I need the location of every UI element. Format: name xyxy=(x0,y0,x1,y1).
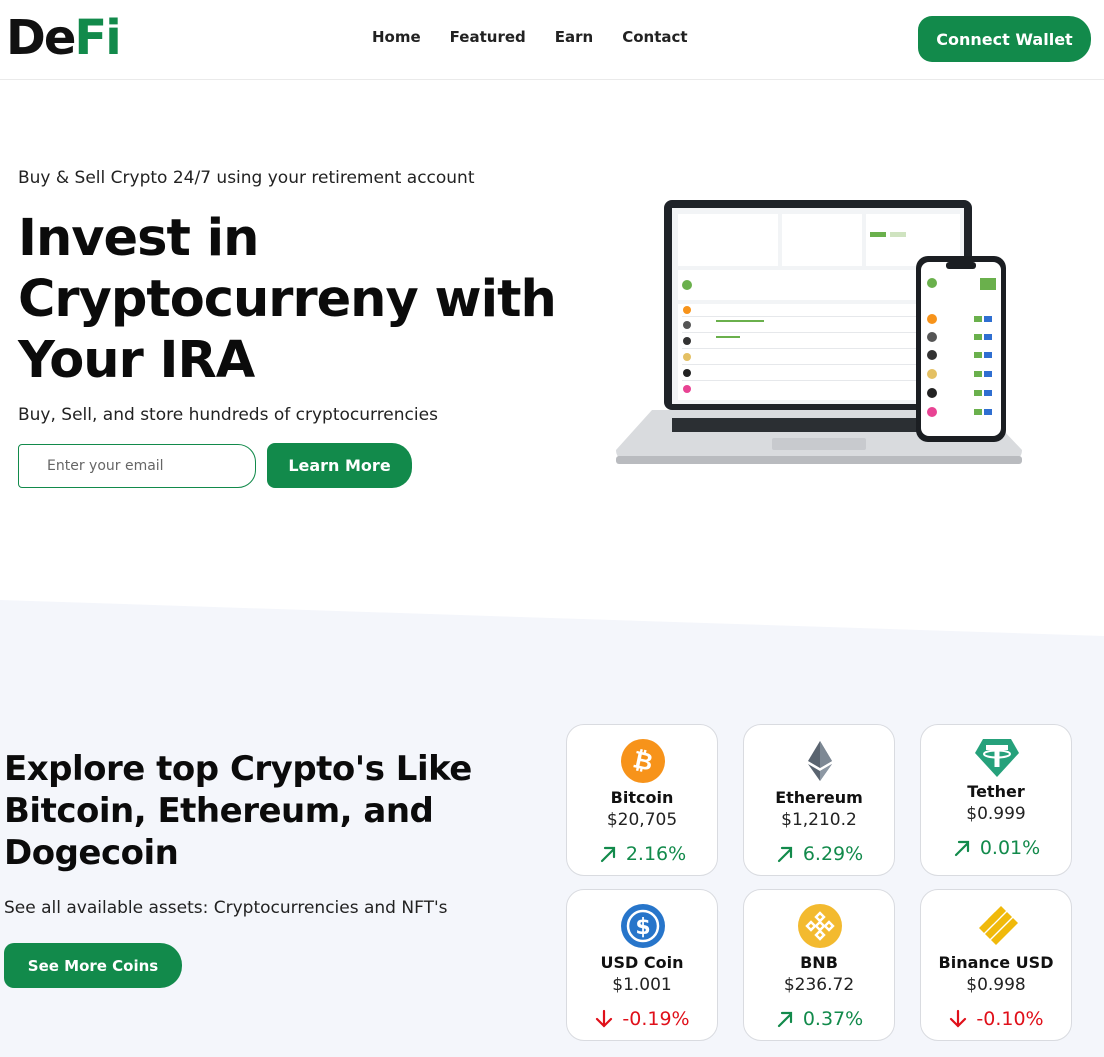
svg-text:$: $ xyxy=(635,915,650,940)
explore-title: Explore top Crypto's Like Bitcoin, Ether… xyxy=(4,749,472,873)
coin-change: 0.01% xyxy=(921,837,1071,859)
arrow-up-right-icon xyxy=(954,840,969,857)
coin-change-value: -0.19% xyxy=(622,1008,690,1030)
binance-usd-icon xyxy=(979,906,1018,945)
arrow-down-icon xyxy=(596,1009,613,1028)
nav-contact-link[interactable]: Contact xyxy=(622,28,687,46)
coin-name: Bitcoin xyxy=(610,788,674,807)
hero-description: Buy, Sell, and store hundreds of cryptoc… xyxy=(18,405,438,425)
email-input[interactable] xyxy=(18,444,256,488)
see-more-coins-button[interactable]: See More Coins xyxy=(4,943,182,988)
main-nav: Home Featured Earn Contact xyxy=(372,28,717,46)
defi-logo[interactable]: DeFi xyxy=(6,8,122,68)
logo-text-fi: Fi xyxy=(74,10,121,66)
nav-home-link[interactable]: Home xyxy=(372,28,421,46)
coin-change: 6.29% xyxy=(744,843,894,865)
coin-card-ethereum[interactable]: Ethereum $1,210.2 6.29% xyxy=(743,724,895,876)
coin-change-value: 0.01% xyxy=(979,837,1041,859)
coin-change-value: 2.16% xyxy=(625,843,687,865)
usd-coin-icon: $ xyxy=(621,904,665,948)
hero-subtitle: Buy & Sell Crypto 24/7 using your retire… xyxy=(18,168,475,188)
coin-price: $0.999 xyxy=(966,804,1026,824)
laptop-phone-illustration xyxy=(616,200,1022,464)
bnb-icon xyxy=(798,904,842,948)
coin-price: $1,210.2 xyxy=(781,810,857,830)
coin-change: 0.37% xyxy=(744,1008,894,1030)
coin-card-bnb[interactable]: BNB $236.72 0.37% xyxy=(743,889,895,1041)
coin-change-value: 0.37% xyxy=(802,1008,864,1030)
navbar: DeFi Home Featured Earn Contact Connect … xyxy=(0,0,1104,80)
nav-featured-link[interactable]: Featured xyxy=(450,28,526,46)
coin-price: $236.72 xyxy=(783,975,855,995)
coin-name: USD Coin xyxy=(600,953,684,972)
arrow-up-right-icon xyxy=(777,846,792,863)
nav-earn-link[interactable]: Earn xyxy=(555,28,593,46)
learn-more-button[interactable]: Learn More xyxy=(267,443,412,488)
coin-price: $20,705 xyxy=(606,810,678,830)
hero-title: Invest in Cryptocurreny with Your IRA xyxy=(18,209,557,390)
coin-name: Tether xyxy=(967,782,1025,801)
coin-card-binance-usd[interactable]: Binance USD $0.998 -0.10% xyxy=(920,889,1072,1041)
coin-name: Binance USD xyxy=(938,953,1054,972)
coin-card-tether[interactable]: Tether $0.999 0.01% xyxy=(920,724,1072,876)
coin-change: -0.10% xyxy=(921,1008,1071,1030)
coin-card-bitcoin[interactable]: ₿ Bitcoin $20,705 2.16% xyxy=(566,724,718,876)
coin-name: BNB xyxy=(800,953,838,972)
coin-price: $1.001 xyxy=(612,975,672,995)
coin-name: Ethereum xyxy=(775,788,863,807)
coin-change-value: 6.29% xyxy=(802,843,864,865)
coin-change: 2.16% xyxy=(567,843,717,865)
connect-wallet-button[interactable]: Connect Wallet xyxy=(918,16,1091,62)
bitcoin-icon: ₿ xyxy=(621,739,665,783)
arrow-down-icon xyxy=(950,1009,967,1028)
explore-description: See all available assets: Cryptocurrenci… xyxy=(4,898,448,918)
coin-change-value: -0.10% xyxy=(976,1008,1044,1030)
coin-change: -0.19% xyxy=(567,1008,717,1030)
coin-card-usd-coin[interactable]: $ USD Coin $1.001 -0.19% xyxy=(566,889,718,1041)
arrow-up-right-icon xyxy=(600,846,615,863)
ethereum-icon xyxy=(808,741,832,781)
tether-icon xyxy=(975,739,1019,777)
arrow-up-right-icon xyxy=(777,1011,792,1028)
coin-price: $0.998 xyxy=(966,975,1026,995)
logo-text-de: De xyxy=(6,10,76,66)
